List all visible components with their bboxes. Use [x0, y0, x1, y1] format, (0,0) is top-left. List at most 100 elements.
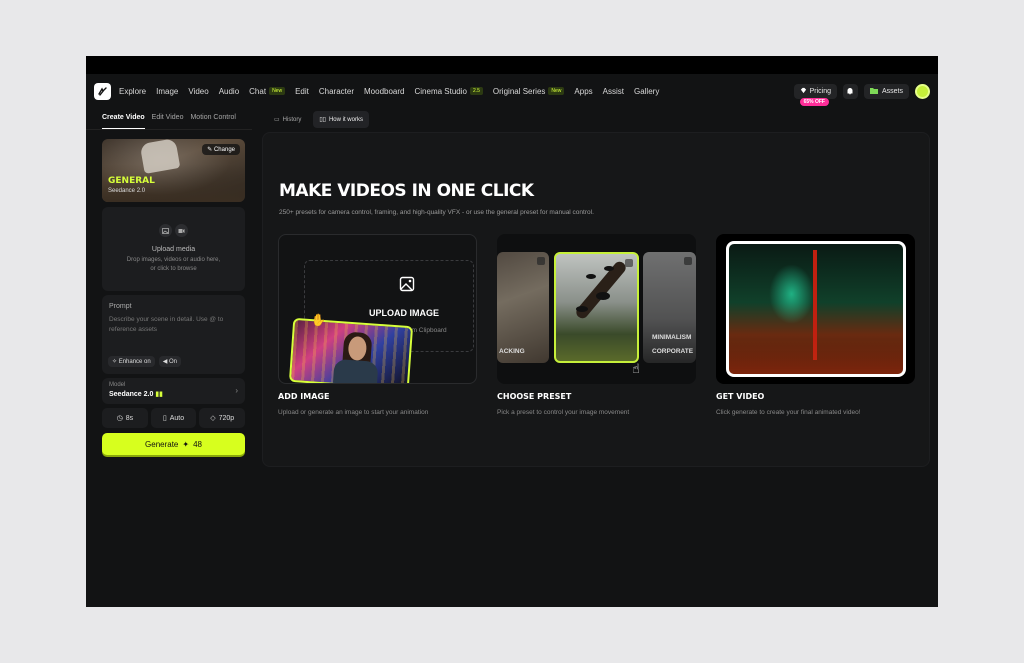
upload-image-title: UPLOAD IMAGE [369, 308, 440, 318]
book-icon: ▯▯ [319, 117, 326, 123]
preset-corner-icon [684, 257, 692, 265]
prompt-chips: ✧ Enhance on ◀ On [108, 356, 182, 367]
discount-badge: 65% OFF [799, 97, 829, 106]
clock-icon: ◷ [116, 415, 123, 422]
sample-photo [288, 317, 414, 383]
pencil-icon: ✎ [207, 147, 214, 153]
new-badge: New [269, 87, 286, 95]
aspect-selector[interactable]: ▯ Auto [150, 408, 197, 428]
tab-motion-control[interactable]: Motion Control [190, 114, 236, 129]
nav-original-series[interactable]: Original Series New [493, 87, 565, 96]
nav-right-group: Pricing 65% OFF Assets [793, 79, 930, 106]
sidebar: Create Video Edit Video Motion Control ✎… [86, 108, 252, 607]
image-icon [159, 224, 172, 237]
step-choose-preset-title: CHOOSE PRESET [497, 392, 572, 401]
sparkle-icon: ✦ [182, 439, 190, 449]
folder-icon: ▭ [274, 117, 280, 123]
hero-subtitle: 250+ presets for camera control, framing… [279, 209, 594, 216]
model-selector[interactable]: Model Seedance 2.0 ▮▮ › [102, 378, 245, 404]
bird [596, 292, 610, 300]
nav-cinema-studio[interactable]: Cinema Studio 2.5 [414, 87, 483, 96]
options-row: ◷ 8s ▯ Auto ◇ 720p [102, 408, 246, 428]
prompt-label: Prompt [109, 303, 132, 310]
sparkle-icon: ✧ [112, 359, 119, 365]
top-nav: Explore Image Video Audio Chat New Edit C… [86, 74, 938, 108]
pointer-hand-icon: ☝ [632, 361, 640, 376]
nav-explore[interactable]: Explore [119, 87, 146, 96]
phone-icon: ▯ [162, 415, 167, 422]
nav-audio[interactable]: Audio [219, 87, 239, 96]
nav-video[interactable]: Video [188, 87, 208, 96]
audio-toggle[interactable]: ◀ On [158, 356, 182, 367]
bird [576, 306, 588, 312]
bird [604, 266, 614, 271]
step-get-video-card[interactable] [716, 234, 915, 384]
hero-title: MAKE VIDEOS IN ONE CLICK [279, 181, 534, 201]
preset-thumbnail-figure [139, 139, 181, 174]
preset-tile-left[interactable] [497, 252, 549, 363]
upload-icons [102, 224, 245, 237]
upload-media-dropzone[interactable]: Upload media Drop images, videos or audi… [102, 207, 245, 291]
bird [586, 274, 596, 279]
pricing-button[interactable]: Pricing 65% OFF [793, 83, 837, 106]
folder-icon [869, 87, 878, 96]
preset-name: GENERAL [108, 176, 155, 186]
step-add-image-title: ADD IMAGE [278, 392, 330, 401]
video-glow [769, 264, 814, 324]
preset-corner-icon [537, 257, 545, 265]
video-preview [726, 241, 906, 377]
nav-image[interactable]: Image [156, 87, 178, 96]
video-icon [175, 224, 188, 237]
upload-hint: Drop images, videos or audio here, or cl… [126, 257, 221, 272]
sidebar-tabs: Create Video Edit Video Motion Control [86, 108, 252, 130]
tab-create-video[interactable]: Create Video [102, 114, 145, 129]
nav-assist[interactable]: Assist [603, 87, 624, 96]
prompt-textarea[interactable]: Prompt Describe your scene in detail. Us… [102, 295, 245, 374]
video-ground [729, 339, 903, 374]
how-it-works-button[interactable]: ▯▯ How it works [313, 111, 369, 128]
grab-hand-icon: ✋ [311, 313, 326, 327]
generate-button[interactable]: Generate ✦ 48 [102, 433, 245, 455]
image-icon [399, 276, 415, 297]
nav-edit[interactable]: Edit [295, 87, 309, 96]
resolution-selector[interactable]: ◇ 720p [199, 408, 246, 428]
model-label: Model [109, 382, 126, 388]
logo-icon[interactable] [94, 82, 111, 100]
preset-tile-selected[interactable] [554, 252, 639, 363]
preset-label-right-1: MINIMALISM [652, 334, 692, 341]
tag-icon: ◇ [210, 415, 216, 422]
nav-character[interactable]: Character [319, 87, 354, 96]
chevron-right-icon: › [235, 386, 238, 395]
preset-card[interactable]: ✎ Change GENERAL Seedance 2.0 [102, 139, 245, 202]
prompt-placeholder: Describe your scene in detail. Use @ to … [109, 316, 224, 333]
step-choose-preset-desc: Pick a preset to control your image move… [497, 409, 630, 416]
nav-chat[interactable]: Chat New [249, 87, 286, 96]
nav-gallery[interactable]: Gallery [634, 87, 659, 96]
duration-selector[interactable]: ◷ 8s [102, 408, 148, 428]
main-panel: MAKE VIDEOS IN ONE CLICK 250+ presets fo… [262, 132, 930, 467]
photo-body [332, 358, 379, 383]
step-choose-preset-card[interactable]: ACKING MINIMALISM CORPORATE ☝ [497, 234, 696, 384]
enhance-toggle[interactable]: ✧ Enhance on [108, 356, 155, 367]
preset-corner-icon [625, 259, 633, 267]
step-get-video-title: GET VIDEO [716, 392, 765, 401]
assets-button[interactable]: Assets [863, 83, 909, 99]
user-avatar[interactable] [915, 83, 930, 99]
tab-edit-video[interactable]: Edit Video [152, 114, 184, 129]
bars-icon: ▮▮ [155, 391, 164, 398]
nav-moodboard[interactable]: Moodboard [364, 87, 404, 96]
diamond-icon [800, 87, 807, 96]
new-badge: New [548, 87, 565, 95]
bell-icon[interactable] [842, 83, 858, 99]
version-badge: 2.5 [469, 87, 483, 95]
preset-label-right-2: CORPORATE [652, 348, 694, 355]
upload-title: Upload media [151, 246, 196, 253]
preset-tile-right[interactable] [643, 252, 696, 363]
nav-apps[interactable]: Apps [574, 87, 592, 96]
step-add-image-card[interactable]: UPLOAD IMAGE from Clipboard ✋ [278, 234, 477, 384]
history-button[interactable]: ▭ History [268, 111, 307, 128]
model-value: Seedance 2.0 ▮▮ [109, 391, 164, 398]
change-preset-button[interactable]: ✎ Change [202, 144, 240, 155]
preset-model: Seedance 2.0 [108, 188, 146, 194]
step-add-image-desc: Upload or generate an image to start you… [278, 409, 429, 416]
